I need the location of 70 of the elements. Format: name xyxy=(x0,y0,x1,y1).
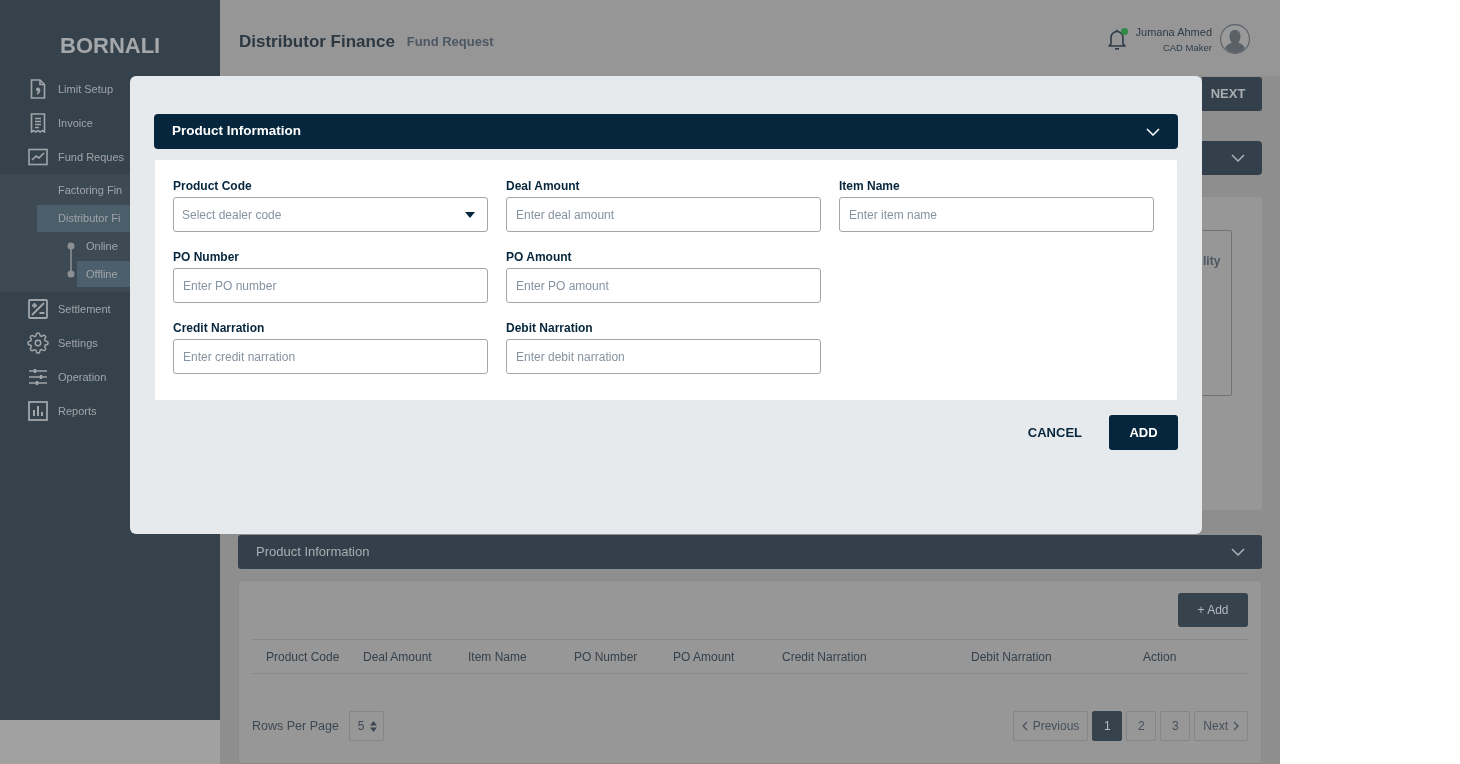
caret-down-icon xyxy=(465,211,475,218)
column-header: Deal Amount xyxy=(363,639,468,674)
submenu-item[interactable]: Factoring Fin xyxy=(58,176,123,204)
user-role: CAD Maker xyxy=(1162,40,1212,54)
rows-per-page-select[interactable]: 5 xyxy=(348,711,384,741)
field-label: Debit Narration xyxy=(506,321,593,335)
field-label: Product Code xyxy=(173,179,252,193)
line-chart-icon xyxy=(28,147,48,167)
next-button[interactable]: NEXT xyxy=(1202,77,1262,111)
page-button[interactable]: 3 xyxy=(1160,711,1191,741)
chevron-down-icon xyxy=(1231,548,1245,556)
submenu-item[interactable]: Offline xyxy=(77,261,130,287)
tree-line-drawing xyxy=(67,242,75,278)
user-name: Jumana Ahmed xyxy=(1135,24,1212,39)
page-subtitle: Fund Request xyxy=(406,33,494,52)
text-field[interactable]: Enter credit narration xyxy=(173,339,488,374)
chevron-left-icon xyxy=(1021,721,1028,731)
brand-logo: BORNALI xyxy=(60,32,161,60)
field-label: Deal Amount xyxy=(506,179,580,193)
column-header: Action xyxy=(1143,639,1248,674)
text-field[interactable]: Enter debit narration xyxy=(506,339,821,374)
text-field[interactable]: Enter item name xyxy=(839,197,1154,232)
section-header[interactable]: Product Information xyxy=(238,535,1262,569)
column-header: Item Name xyxy=(468,639,574,674)
column-header: Product Code xyxy=(252,639,363,674)
cancel-button[interactable]: CANCEL xyxy=(1027,422,1082,443)
column-header: PO Number xyxy=(574,639,673,674)
text-field[interactable]: Enter PO number xyxy=(173,268,488,303)
sidebar-item[interactable]: Settings xyxy=(28,332,98,354)
previous-page-button[interactable]: Previous xyxy=(1012,711,1089,741)
receipt-icon xyxy=(28,113,48,133)
sidebar-item[interactable]: Settlement xyxy=(28,299,111,319)
sidebar-item[interactable]: Limit Setup xyxy=(28,79,114,99)
plus-minus-icon xyxy=(28,299,48,319)
page-button[interactable]: 2 xyxy=(1126,711,1157,741)
field-label: PO Amount xyxy=(506,250,572,264)
add-button[interactable]: ADD xyxy=(1109,415,1178,450)
sidebar-item[interactable]: Fund Reques xyxy=(28,147,125,167)
chevron-right-icon xyxy=(1233,721,1239,731)
page-button[interactable]: 1 xyxy=(1092,711,1123,741)
field-label: Credit Narration xyxy=(173,321,265,335)
page-title: Distributor Finance xyxy=(239,31,395,54)
text-field[interactable]: Enter deal amount xyxy=(506,197,821,232)
submenu-item[interactable]: Distributor Fi xyxy=(37,204,130,232)
column-header: Credit Narration xyxy=(782,639,971,674)
submenu-item[interactable]: Online xyxy=(86,233,118,259)
sidebar-item[interactable]: Operation xyxy=(28,367,107,387)
sliders-icon xyxy=(28,367,48,387)
sidebar-item[interactable]: Invoice xyxy=(28,113,93,133)
bar-chart-icon xyxy=(28,401,48,421)
text-field[interactable]: Enter PO amount xyxy=(506,268,821,303)
document-icon xyxy=(28,79,48,99)
chevron-down-icon xyxy=(1146,127,1160,136)
dialog-section-header[interactable]: Product Information xyxy=(154,114,1178,149)
avatar-icon[interactable] xyxy=(1220,24,1250,54)
next-page-button[interactable]: Next xyxy=(1194,711,1248,741)
field-label: PO Number xyxy=(173,250,239,264)
sidebar-item[interactable]: Reports xyxy=(28,401,97,421)
dropdown-field[interactable]: Select dealer code xyxy=(173,197,488,232)
add-product-button[interactable]: + Add xyxy=(1178,593,1248,627)
panel-label: lity xyxy=(1202,253,1221,270)
up-down-caret-icon xyxy=(369,720,377,732)
column-header: PO Amount xyxy=(673,639,782,674)
field-label: Item Name xyxy=(839,179,900,193)
bell-icon[interactable] xyxy=(1107,28,1126,50)
section-header-bar[interactable] xyxy=(1202,141,1262,175)
chevron-down-icon xyxy=(1231,154,1245,162)
column-header: Debit Narration xyxy=(971,639,1143,674)
settings-icon xyxy=(27,332,49,354)
rows-per-page-label: Rows Per Page xyxy=(252,717,339,735)
